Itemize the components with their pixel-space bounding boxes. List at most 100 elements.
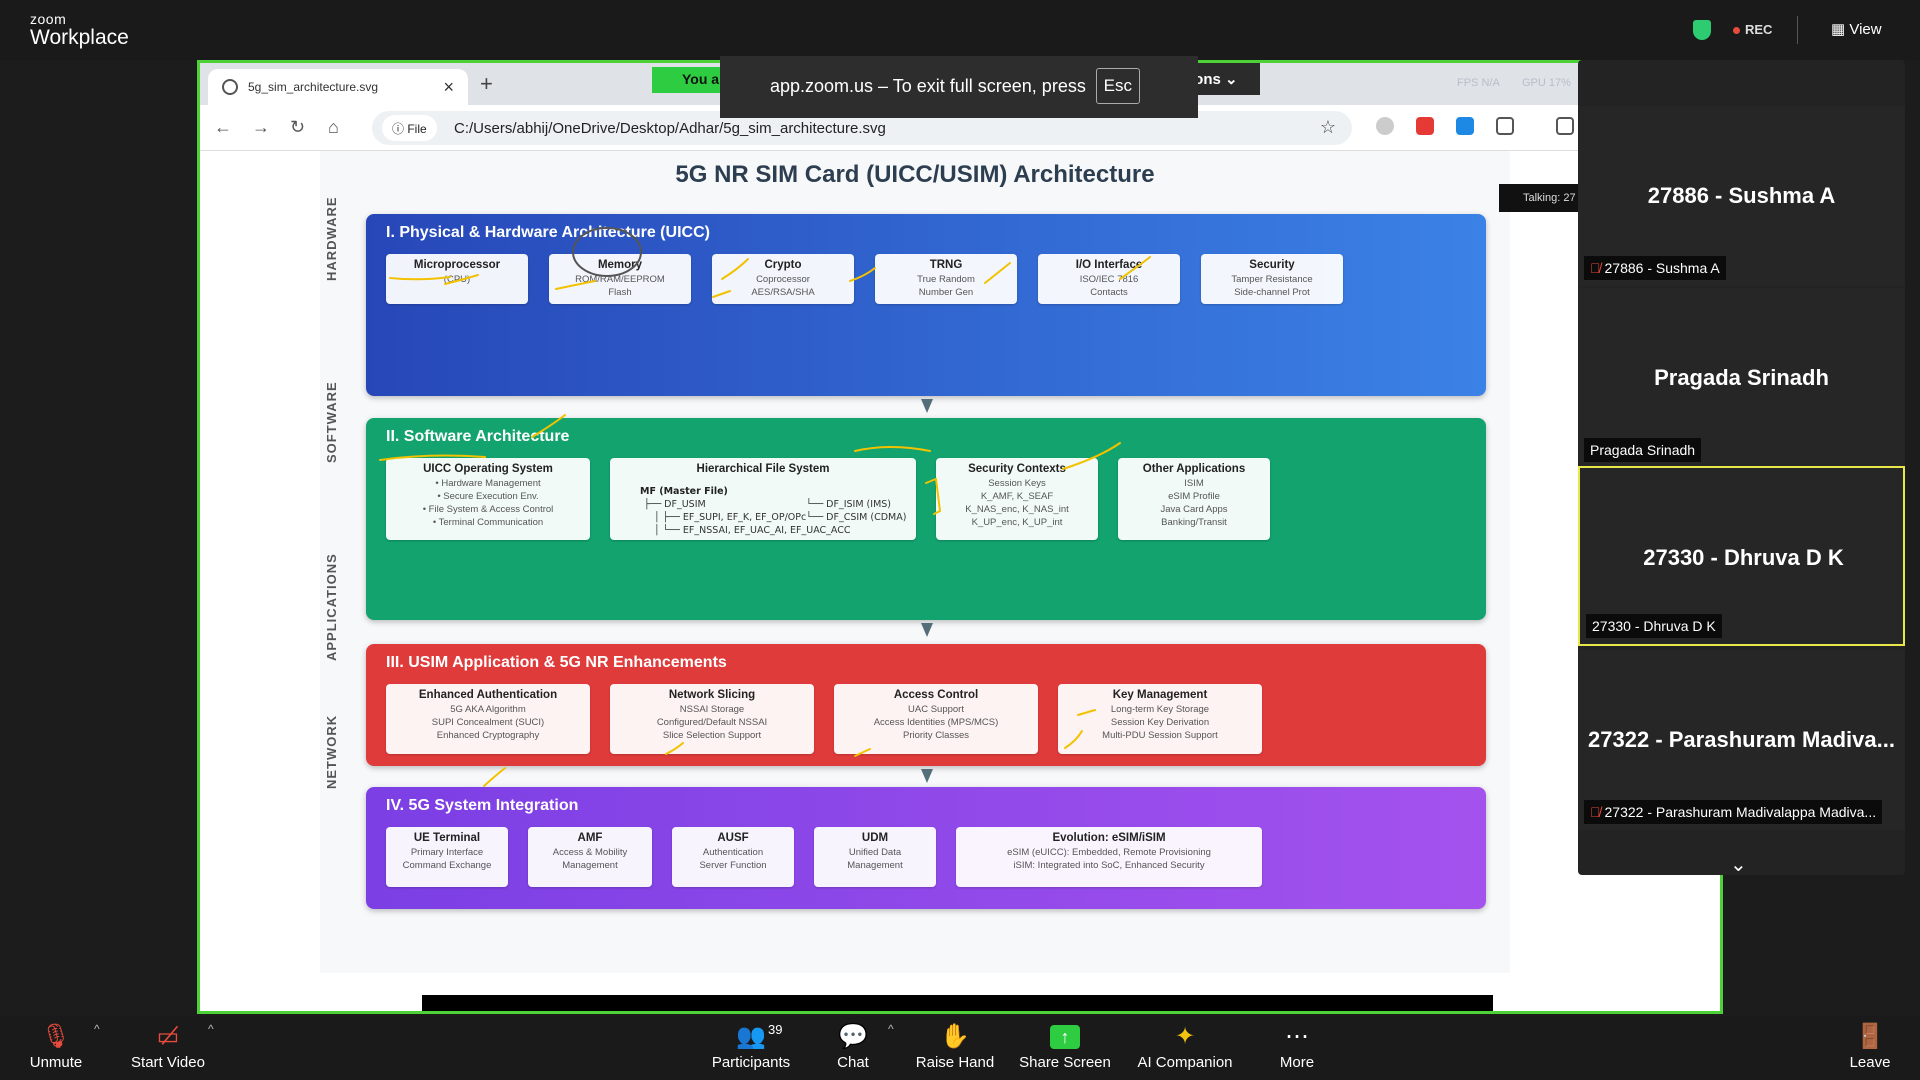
- card-line: SUPI Concealment (SUCI): [431, 717, 545, 728]
- recording-indicator[interactable]: REC: [1733, 22, 1772, 37]
- card-title: UICC Operating System: [423, 463, 553, 475]
- fs-line: └── DF_ISIM (IMS): [806, 499, 891, 510]
- participant-tile[interactable]: Pragada Srinadh Pragada Srinadh: [1578, 288, 1905, 468]
- participant-gallery: 27886 - Sushma A 🎙̸ 27886 - Sushma A Prag…: [1578, 60, 1905, 875]
- card-line: K_NAS_enc, K_NAS_int: [965, 504, 1069, 515]
- card-line: Session Keys: [988, 478, 1046, 489]
- card-title: Evolution: eSIM/iSIM: [1052, 832, 1166, 844]
- side-panel-icon[interactable]: [1556, 117, 1574, 135]
- card-line: Side-channel Prot: [1234, 287, 1310, 298]
- side-label-applications: APPLICATIONS: [324, 553, 339, 661]
- card-line: True Random: [917, 274, 975, 285]
- card-line: NSSAI Storage: [679, 704, 745, 715]
- browser-tab[interactable]: 5g_sim_architecture.svg ×: [208, 69, 468, 105]
- site-info-button[interactable]: ⓘ File: [382, 115, 437, 141]
- card-network-slicing: Network Slicing NSSAI Storage Configured/D…: [610, 684, 814, 754]
- share-screen-label: Share Screen: [1019, 1054, 1111, 1071]
- card-line: K_AMF, K_SEAF: [980, 491, 1054, 502]
- more-label: More: [1279, 1054, 1315, 1071]
- card-title: Security: [1249, 259, 1295, 271]
- forward-icon[interactable]: →: [252, 117, 270, 138]
- view-label: View: [1849, 21, 1882, 38]
- card-line: Banking/Transit: [1161, 517, 1227, 528]
- card-line: Access & Mobility: [552, 847, 628, 858]
- close-icon[interactable]: ×: [443, 77, 454, 98]
- participant-label-text: 27322 - Parashuram Madivalappa Madiva...: [1604, 804, 1877, 820]
- reload-icon[interactable]: ↻: [290, 117, 305, 138]
- card-title: Crypto: [764, 259, 802, 271]
- fullscreen-message: app.zoom.us – To exit full screen, press: [770, 76, 1086, 96]
- layer-software: II. Software Architecture UICC Operating…: [366, 418, 1486, 620]
- card-line: ROM/RAM/EEPROM: [575, 274, 665, 285]
- participant-label-text: 27886 - Sushma A: [1604, 260, 1720, 276]
- ai-companion-label: AI Companion: [1137, 1054, 1233, 1071]
- layer-title: III. USIM Application & 5G NR Enhancemen…: [386, 654, 727, 671]
- more-button[interactable]: ⋯ More: [1242, 1016, 1352, 1080]
- flow-arrow: [921, 769, 933, 783]
- view-button[interactable]: ▦ View: [1831, 20, 1882, 38]
- zoom-top-bar: zoom Workplace REC ▦ View: [0, 0, 1920, 60]
- card-title: AUSF: [717, 832, 749, 844]
- card-title: Security Contexts: [968, 463, 1066, 475]
- extension-key-icon[interactable]: [1416, 117, 1434, 135]
- fs-line: │ ├── EF_SUPI, EF_K, EF_OP/OPc: [654, 512, 807, 523]
- card-line: Enhanced Cryptography: [436, 730, 540, 741]
- layer-title: I. Physical & Hardware Architecture (UIC…: [386, 224, 710, 241]
- meeting-toolbar: 🎙 Unmute ^ ▭̸ Start Video ^ 👥 Participan…: [0, 1016, 1920, 1080]
- audio-options-caret-icon[interactable]: ^: [94, 1022, 100, 1036]
- chevron-down-icon[interactable]: ⌄: [1730, 852, 1747, 877]
- profile-icon[interactable]: [1376, 117, 1394, 135]
- participants-icon: 👥: [736, 1023, 766, 1050]
- extensions-puzzle-icon[interactable]: [1496, 117, 1514, 135]
- mic-muted-icon: 🎙̸: [1590, 260, 1601, 276]
- fs-line: └── DF_CSIM (CDMA): [806, 512, 907, 523]
- start-video-button[interactable]: ▭̸ Start Video: [113, 1016, 223, 1080]
- card-trng: TRNG True Random Number Gen: [875, 254, 1017, 304]
- card-line: Configured/Default NSSAI: [656, 717, 768, 728]
- card-other-apps: Other Applications ISIM eSIM Profile Jav…: [1118, 458, 1270, 540]
- card-amf: AMF Access & Mobility Management: [528, 827, 652, 887]
- extension-tag-icon[interactable]: [1456, 117, 1474, 135]
- grid-icon: ▦: [1831, 21, 1850, 38]
- card-line: Server Function: [699, 860, 767, 871]
- leave-button[interactable]: 🚪 Leave: [1815, 1016, 1920, 1080]
- ai-companion-button[interactable]: ✦ AI Companion: [1130, 1016, 1240, 1080]
- record-dot-icon: [1733, 27, 1740, 35]
- back-icon[interactable]: ←: [214, 117, 232, 138]
- card-line: Access Identities (MPS/MCS): [873, 717, 999, 728]
- card-line: Command Exchange: [402, 860, 492, 871]
- layer-title: II. Software Architecture: [386, 428, 570, 445]
- fs-line: │ └── EF_NSSAI, EF_UAC_AI, EF_UAC_ACC: [654, 525, 851, 536]
- share-screen-icon: ↑: [1050, 1025, 1080, 1049]
- home-icon[interactable]: ⌂: [328, 117, 339, 138]
- share-screen-button[interactable]: ↑ Share Screen: [1010, 1016, 1120, 1080]
- raise-hand-button[interactable]: ✋ Raise Hand: [900, 1016, 1010, 1080]
- participants-button[interactable]: 👥 Participants: [696, 1016, 806, 1080]
- fs-mf: MF (Master File): [640, 486, 728, 497]
- card-line: ISO/IEC 7816: [1079, 274, 1139, 285]
- chat-label: Chat: [837, 1054, 869, 1071]
- participant-tile[interactable]: 27322 - Parashuram Madiva... 🎙̸ 27322 - P…: [1578, 650, 1905, 830]
- card-udm: UDM Unified Data Management: [814, 827, 936, 887]
- card-file-system: Hierarchical File System MF (Master File…: [610, 458, 916, 540]
- architecture-diagram: 5G NR SIM Card (UICC/USIM) Architecture …: [320, 151, 1510, 973]
- participant-label: 🎙̸ 27886 - Sushma A: [1584, 256, 1726, 280]
- chat-options-caret-icon[interactable]: ^: [888, 1022, 894, 1036]
- card-io-interface: I/O Interface ISO/IEC 7816 Contacts: [1038, 254, 1180, 304]
- participant-tile-active-speaker[interactable]: 27330 - Dhruva D K 27330 - Dhruva D K: [1578, 466, 1905, 646]
- participant-tile[interactable]: 27886 - Sushma A 🎙̸ 27886 - Sushma A: [1578, 106, 1905, 286]
- side-label-hardware: HARDWARE: [324, 196, 339, 281]
- fs-line: ├── DF_USIM: [644, 499, 706, 510]
- bookmark-star-icon[interactable]: ☆: [1320, 117, 1336, 138]
- gpu-readout: GPU 17%: [1522, 77, 1571, 89]
- info-icon: ⓘ: [392, 122, 408, 136]
- card-microprocessor: Microprocessor (CPU): [386, 254, 528, 304]
- video-options-caret-icon[interactable]: ^: [208, 1022, 214, 1036]
- shield-icon[interactable]: [1693, 20, 1711, 40]
- card-line: Slice Selection Support: [662, 730, 762, 741]
- diagram-title: 5G NR SIM Card (UICC/USIM) Architecture: [675, 161, 1155, 188]
- leave-icon: 🚪: [1855, 1023, 1885, 1050]
- card-title: Hierarchical File System: [696, 463, 830, 475]
- new-tab-button[interactable]: +: [480, 71, 493, 97]
- layer-title: IV. 5G System Integration: [386, 797, 579, 814]
